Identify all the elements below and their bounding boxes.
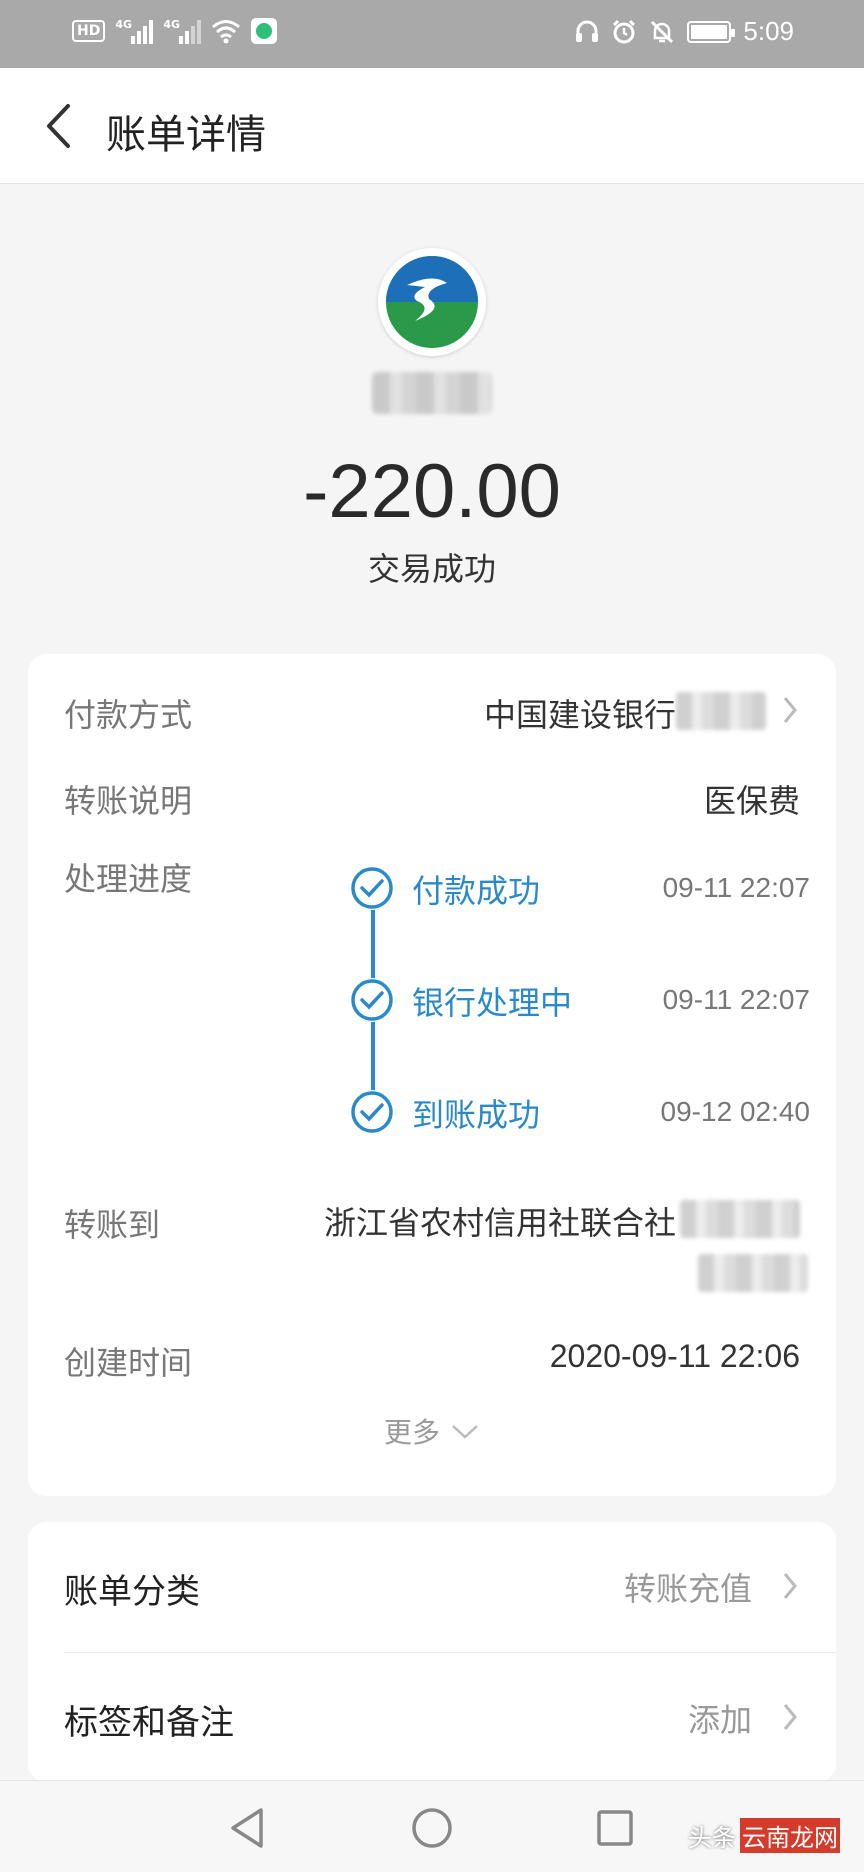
nav-home-button[interactable] bbox=[407, 1803, 457, 1853]
progress-step-label: 到账成功 bbox=[412, 1096, 541, 1134]
progress-step-time: 09-11 22:07 bbox=[662, 984, 810, 1015]
created-time-value: 2020-09-11 22:06 bbox=[549, 1338, 800, 1374]
transaction-details-card: 付款方式 中国建设银行 转账说明 医保费 处理进度 付款成功 09-11 22:… bbox=[28, 654, 836, 1496]
merchant-logo bbox=[378, 248, 486, 356]
app-header: 账单详情 bbox=[0, 68, 864, 184]
sim1-signal-icon: 4G bbox=[115, 18, 154, 44]
tags-notes-value: 添加 bbox=[687, 1701, 752, 1739]
check-circle-icon bbox=[350, 978, 394, 1022]
sim2-signal-icon: 4G bbox=[163, 18, 202, 44]
payment-method-row[interactable]: 中国建设银行 bbox=[328, 674, 836, 746]
watermark-prefix: 头条 bbox=[688, 1824, 736, 1852]
bill-category-row[interactable]: 账单分类 转账充值 bbox=[28, 1522, 836, 1652]
square-recents-icon bbox=[597, 1810, 633, 1846]
check-circle-icon bbox=[350, 1090, 394, 1134]
transfer-note-label: 转账说明 bbox=[64, 782, 193, 820]
tags-notes-row[interactable]: 标签和备注 添加 bbox=[28, 1653, 836, 1782]
app-notification-icon bbox=[251, 18, 278, 44]
back-button[interactable] bbox=[30, 98, 86, 154]
progress-step-time: 09-12 02:40 bbox=[660, 1096, 810, 1127]
chevron-down-icon bbox=[452, 1425, 478, 1439]
bill-category-label: 账单分类 bbox=[64, 1572, 200, 1612]
nav-recents-button[interactable] bbox=[590, 1803, 640, 1853]
wifi-icon bbox=[212, 20, 241, 44]
transaction-amount: -220.00 bbox=[303, 449, 561, 534]
card-number-redacted bbox=[676, 692, 766, 730]
battery-icon bbox=[687, 20, 736, 43]
more-label: 更多 bbox=[383, 1416, 440, 1449]
sim2-network-type: 4G bbox=[163, 18, 181, 31]
bank-logo-icon bbox=[386, 256, 478, 348]
tags-notes-label: 标签和备注 bbox=[64, 1703, 234, 1743]
progress-step: 付款成功 09-11 22:07 bbox=[350, 864, 810, 912]
headset-icon bbox=[576, 20, 599, 42]
progress-timeline: 付款成功 09-11 22:07 银行处理中 09-11 22:07 到账成功 … bbox=[350, 864, 810, 1144]
mute-bell-icon bbox=[651, 20, 674, 43]
status-time: 5:09 bbox=[743, 16, 794, 46]
merchant-name-redacted bbox=[372, 372, 492, 414]
watermark: 头条 云南龙网 bbox=[688, 1818, 840, 1853]
transfer-note-value: 医保费 bbox=[703, 782, 800, 820]
progress-step-label: 银行处理中 bbox=[412, 984, 573, 1022]
transfer-to-label: 转账到 bbox=[64, 1206, 161, 1244]
transaction-status: 交易成功 bbox=[367, 550, 496, 588]
status-right-icons: 5:09 bbox=[575, 16, 794, 47]
page-title: 账单详情 bbox=[106, 112, 266, 158]
alarm-icon bbox=[613, 19, 636, 43]
circle-home-icon bbox=[412, 1808, 452, 1848]
watermark-site: 云南龙网 bbox=[740, 1818, 840, 1853]
triangle-back-icon bbox=[231, 1808, 263, 1848]
progress-label: 处理进度 bbox=[64, 860, 193, 898]
hd-voice-icon: HD bbox=[72, 20, 106, 42]
bill-options-card: 账单分类 转账充值 标签和备注 添加 bbox=[28, 1522, 836, 1782]
status-bar: HD 4G 4G 5:09 bbox=[0, 0, 864, 68]
sim1-network-type: 4G bbox=[115, 18, 133, 31]
progress-step: 到账成功 09-12 02:40 bbox=[350, 1088, 810, 1136]
check-circle-icon bbox=[350, 866, 394, 910]
payment-method-value: 中国建设银行 bbox=[483, 696, 676, 734]
back-arrow-icon bbox=[47, 104, 70, 148]
account-redacted bbox=[698, 1254, 808, 1292]
chevron-right-icon bbox=[783, 697, 797, 723]
created-time-label: 创建时间 bbox=[64, 1344, 193, 1382]
chevron-right-icon bbox=[783, 1704, 797, 1730]
progress-step-time: 09-11 22:07 bbox=[662, 872, 810, 903]
more-toggle[interactable]: 更多 bbox=[28, 1406, 836, 1456]
progress-step-label: 付款成功 bbox=[412, 872, 541, 910]
chevron-right-icon bbox=[783, 1573, 797, 1599]
status-left-icons: HD 4G 4G bbox=[72, 18, 278, 44]
payment-method-label: 付款方式 bbox=[64, 696, 193, 734]
bill-category-value: 转账充值 bbox=[623, 1570, 752, 1608]
progress-step: 银行处理中 09-11 22:07 bbox=[350, 976, 810, 1024]
transfer-to-value: 浙江省农村信用社联合社 bbox=[323, 1204, 676, 1242]
account-redacted bbox=[680, 1200, 800, 1238]
nav-back-button[interactable] bbox=[222, 1803, 272, 1853]
